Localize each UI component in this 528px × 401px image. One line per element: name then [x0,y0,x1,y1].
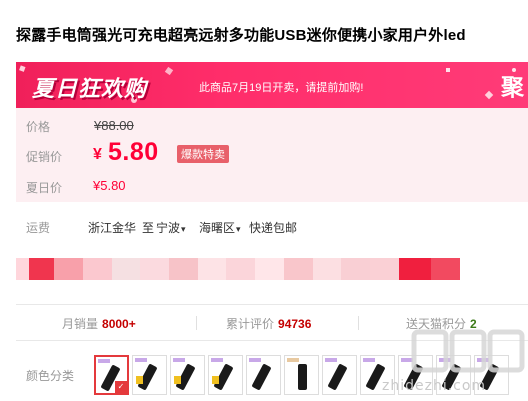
color-swatch[interactable]: ✓ [94,355,129,395]
monthly-sales-label: 月销量 [62,317,99,331]
promo-price-label: 促销价 [26,150,63,164]
blurred-content [16,258,460,280]
district-select[interactable]: 海曙区▾ [199,219,241,236]
color-swatch[interactable] [322,355,357,395]
hot-sale-badge: 爆款特卖 [177,145,229,163]
flashlight-icon [298,364,307,390]
shipping-label: 运费 [26,221,51,235]
ship-from: 浙江金华 [88,221,137,235]
watermark-text: zhidezhi.com [382,378,487,394]
promo-banner-title: 夏日狂欢购 [32,76,148,101]
summer-price-label: 夏日价 [26,181,63,195]
reviews-value: 94736 [278,317,312,331]
color-option-label: 颜色分类 [26,369,75,383]
chevron-down-icon: ▾ [236,224,241,234]
reviews-label: 累计评价 [226,317,275,331]
juhuasuan-tag: 聚 [501,74,524,100]
color-swatch[interactable] [170,355,205,395]
destination-district: 海曙区 [199,221,236,235]
color-swatch[interactable] [246,355,281,395]
color-swatch[interactable] [208,355,243,395]
color-swatch[interactable] [284,355,319,395]
destination-city: 宁波 [156,221,181,235]
product-title: 探露手电筒强光可充电超亮远射多功能USB迷你便携小家用户外led [16,27,466,44]
stat-separator [196,316,197,330]
monthly-sales: 月销量 8000+ [62,315,136,332]
promo-notice: 此商品7月19日开卖，请提前加购! [199,82,364,94]
stat-separator [358,316,359,330]
ship-to-label: 至 [142,221,155,235]
divider [16,304,528,305]
price-panel: 价格 ¥88.00 促销价 ¥ 5.80 爆款特卖 夏日价 ¥5.80 [16,108,528,202]
flashlight-icon [327,363,348,391]
summer-price: ¥5.80 [93,178,126,193]
original-price-label: 价格 [26,120,51,134]
promo-banner[interactable]: 夏日狂欢购 此商品7月19日开卖，请提前加购! 聚 [16,62,528,108]
color-swatch[interactable] [132,355,167,395]
promo-price: 5.80 [108,138,159,166]
flashlight-icon [251,363,272,391]
review-count[interactable]: 累计评价 94736 [226,315,311,332]
original-price: ¥88.00 [94,118,134,133]
chevron-down-icon: ▾ [181,224,186,234]
shipping-fee: 快递包邮 [249,221,298,235]
checkmark-icon: ✓ [115,381,127,393]
monthly-sales-value: 8000+ [102,317,136,331]
destination-select[interactable]: 宁波▾ [156,219,186,236]
promo-price-currency: ¥ [93,146,102,163]
